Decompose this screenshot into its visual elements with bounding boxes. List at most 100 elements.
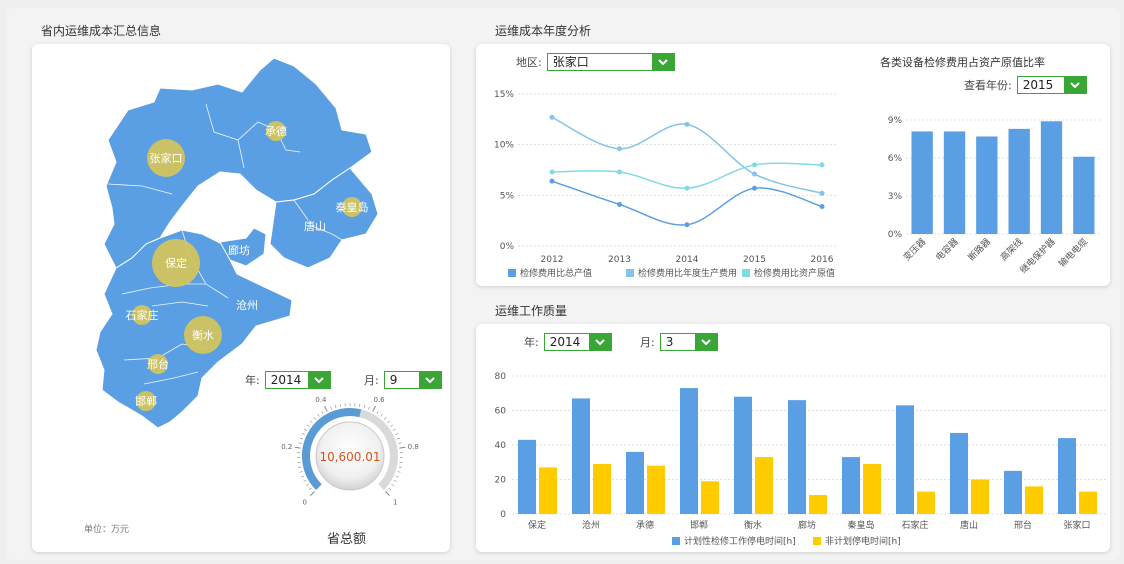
quality-bar-1[interactable] xyxy=(647,465,665,514)
ratio-y-tick: 6% xyxy=(888,154,903,164)
line-point[interactable] xyxy=(549,169,555,175)
chevron-down-icon[interactable] xyxy=(1063,77,1086,93)
quality-x-tick: 唐山 xyxy=(960,519,978,531)
quality-bar-0[interactable] xyxy=(1004,470,1022,514)
line-point[interactable] xyxy=(684,222,690,228)
map-region-label[interactable]: 承德 xyxy=(265,124,287,138)
ratio-y-tick: 3% xyxy=(888,192,903,202)
chevron-down-icon[interactable] xyxy=(418,372,441,388)
line-point[interactable] xyxy=(617,201,622,207)
quality-month-select[interactable]: 3 xyxy=(659,333,718,351)
map-region-label[interactable]: 邯郸 xyxy=(135,394,157,408)
ratio-x-tick: 电容器 xyxy=(933,236,961,264)
map-region-label[interactable]: 张家口 xyxy=(150,151,183,165)
map-month-select[interactable]: 9 xyxy=(383,371,442,389)
quality-bar-1[interactable] xyxy=(809,495,827,514)
map-month-select-group: 月: 9 xyxy=(364,371,442,389)
quality-bar-0[interactable] xyxy=(734,396,752,514)
ratio-bar[interactable] xyxy=(976,136,998,234)
ratio-bar[interactable] xyxy=(1073,156,1095,234)
ratio-year-value: 2015 xyxy=(1022,78,1054,92)
quality-bar-0[interactable] xyxy=(626,451,644,514)
line-point[interactable] xyxy=(617,146,622,152)
ratio-bar[interactable] xyxy=(1040,121,1063,234)
quality-bar-0[interactable] xyxy=(950,432,968,514)
legend-label: 非计划停电时间[h] xyxy=(825,535,901,547)
line-point[interactable] xyxy=(684,121,690,127)
line-point[interactable] xyxy=(752,162,757,168)
map-region-label[interactable]: 石家庄 xyxy=(126,308,159,322)
quality-y-tick: 20 xyxy=(495,476,507,486)
ratio-year-select[interactable]: 2015 xyxy=(1016,76,1087,94)
total-label: 省总额 xyxy=(327,532,367,547)
ratio-bar[interactable] xyxy=(1008,128,1030,234)
quality-y-tick: 60 xyxy=(495,407,507,417)
quality-y-tick: 40 xyxy=(495,441,507,451)
quality-bar-0[interactable] xyxy=(680,388,698,514)
ratio-bar[interactable] xyxy=(943,131,966,234)
map-region-label[interactable]: 廊坊 xyxy=(228,243,250,257)
map-region-label[interactable]: 秦皇岛 xyxy=(336,200,369,214)
region-select[interactable]: 张家口 xyxy=(546,53,675,71)
quality-bar-1[interactable] xyxy=(863,463,881,514)
chevron-down-icon[interactable] xyxy=(588,334,611,350)
map-year-value: 2014 xyxy=(270,373,302,387)
chevron-down-icon[interactable] xyxy=(651,54,674,70)
quality-bar-1[interactable] xyxy=(1079,491,1097,514)
ratio-bar[interactable] xyxy=(911,131,933,234)
ratio-y-tick: 9% xyxy=(888,116,903,126)
quality-year-label: 年: xyxy=(524,336,539,349)
quality-bar-1[interactable] xyxy=(971,479,989,515)
quality-bar-0[interactable] xyxy=(842,457,860,514)
total-gauge: 0 0.2 0.4 0.6 0.8 1 10,600.01 xyxy=(281,396,419,506)
quality-bar-1[interactable] xyxy=(1025,486,1043,514)
line-point[interactable] xyxy=(819,190,825,196)
map-section-title: 省内运维成本汇总信息 xyxy=(41,24,162,38)
quality-year-select[interactable]: 2014 xyxy=(543,333,612,351)
quality-bar-0[interactable] xyxy=(788,400,806,514)
region-select-group: 地区: 张家口 xyxy=(516,53,675,71)
map-region-label[interactable]: 衡水 xyxy=(192,329,214,342)
ratio-x-tick: 变压器 xyxy=(901,236,929,264)
quality-panel: 年: 2014 月: 3 0 20 40 60 80 保定 沧州 承德 邯郸 衡水 廊坊 秦皇岛 石家庄… xyxy=(476,324,1110,552)
chevron-down-icon[interactable] xyxy=(694,334,717,350)
quality-bar-0[interactable] xyxy=(1058,438,1076,514)
quality-bar-0[interactable] xyxy=(518,439,536,514)
quality-month-select-group: 月: 3 xyxy=(640,333,718,351)
quality-bar-1[interactable] xyxy=(755,457,773,514)
line-point[interactable] xyxy=(819,162,825,168)
line-x-tick: 2012 xyxy=(541,255,564,265)
annual-section-title: 运维成本年度分析 xyxy=(495,24,592,38)
quality-bar-1[interactable] xyxy=(539,467,557,514)
quality-x-tick: 邢台 xyxy=(1014,519,1032,531)
map-region-label[interactable]: 邢台 xyxy=(147,357,169,371)
region-value: 张家口 xyxy=(552,55,589,69)
annual-panel: 地区: 张家口 0% 5% 10% 15% 2012 2013 2014 2015 2016 检修… xyxy=(476,44,1110,286)
line-point[interactable] xyxy=(684,185,690,191)
line-point[interactable] xyxy=(617,169,622,175)
ratio-title: 各类设备检修费用占资产原值比率 xyxy=(880,56,1045,69)
quality-bar-0[interactable] xyxy=(572,398,590,514)
map-region-label[interactable]: 唐山 xyxy=(304,219,326,233)
gauge-tick-label: 0.4 xyxy=(315,396,327,404)
chevron-down-icon[interactable] xyxy=(307,372,330,388)
dashboard-page: 省内运维成本汇总信息 承德 张家口 秦皇岛 唐山 廊坊 保定 沧州 石家庄 衡水 邢台 邯郸 年: … xyxy=(6,8,1120,560)
map-year-select[interactable]: 2014 xyxy=(264,371,331,389)
quality-y-tick: 80 xyxy=(495,372,507,382)
quality-bar-1[interactable] xyxy=(917,491,935,514)
map-region-label[interactable]: 沧州 xyxy=(236,298,258,312)
quality-x-tick: 邯郸 xyxy=(690,519,708,531)
quality-x-tick: 张家口 xyxy=(1063,519,1090,531)
quality-bar-0[interactable] xyxy=(896,405,914,514)
line-point[interactable] xyxy=(752,185,757,191)
quality-bar-1[interactable] xyxy=(701,481,719,514)
ratio-bar-chart: 0% 3% 6% 9% 变压器 电容器 断路器 高架线继电保护器 输电电缆 xyxy=(888,116,1100,276)
line-point[interactable] xyxy=(752,171,757,177)
line-point[interactable] xyxy=(549,114,555,120)
line-point[interactable] xyxy=(549,178,555,184)
ratio-y-tick: 0% xyxy=(888,230,903,240)
map-region-label[interactable]: 保定 xyxy=(165,256,187,270)
line-point[interactable] xyxy=(819,203,825,209)
quality-x-tick: 廊坊 xyxy=(798,519,816,531)
quality-bar-1[interactable] xyxy=(593,463,611,514)
